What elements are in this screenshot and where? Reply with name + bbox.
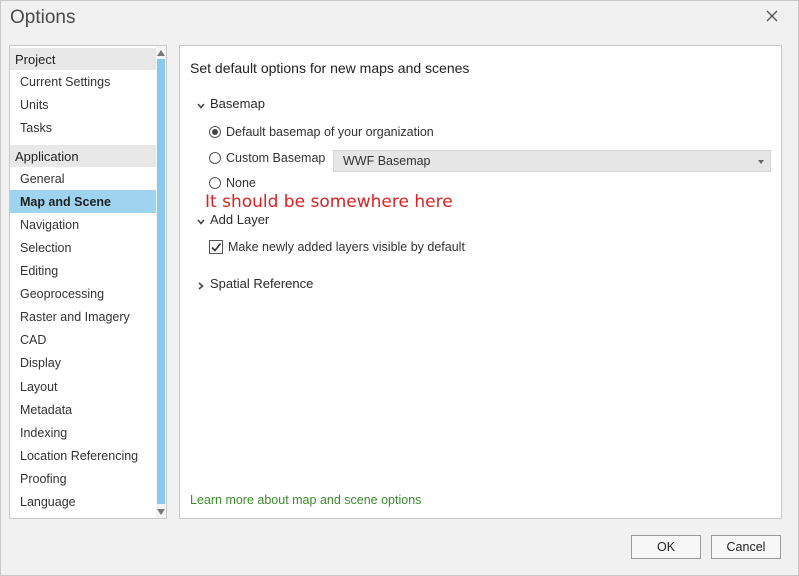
- nav-item-cad[interactable]: CAD: [10, 328, 157, 351]
- radio-button[interactable]: [209, 152, 221, 164]
- dialog-title: Options: [10, 7, 76, 28]
- radio-button[interactable]: [209, 177, 221, 189]
- visible-by-default-label: Make newly added layers visible by defau…: [228, 240, 465, 254]
- basemap-section-label: Basemap: [210, 96, 265, 111]
- nav-item-navigation[interactable]: Navigation: [10, 213, 157, 236]
- spatial-reference-section-label: Spatial Reference: [210, 276, 314, 291]
- radio-custom-basemap-label: Custom Basemap: [226, 151, 326, 165]
- checkmark-icon: [211, 243, 222, 252]
- nav-item-raster-and-imagery[interactable]: Raster and Imagery: [10, 305, 157, 328]
- nav-item-current-settings[interactable]: Current Settings: [10, 70, 157, 93]
- ok-button[interactable]: OK: [631, 535, 701, 559]
- basemap-section-header[interactable]: Basemap: [196, 96, 265, 111]
- nav-item-tasks[interactable]: Tasks: [10, 116, 157, 139]
- add-layer-section-header[interactable]: Add Layer: [196, 212, 269, 227]
- radio-default-basemap[interactable]: Default basemap of your organization: [209, 125, 434, 139]
- options-content-panel: Set default options for new maps and sce…: [179, 45, 782, 519]
- nav-scrollbar[interactable]: [156, 46, 166, 518]
- nav-item-display[interactable]: Display: [10, 351, 157, 374]
- nav-list: Project Current Settings Units Tasks App…: [10, 46, 157, 518]
- cancel-button[interactable]: Cancel: [711, 535, 781, 559]
- nav-item-geoprocessing[interactable]: Geoprocessing: [10, 282, 157, 305]
- nav-item-selection[interactable]: Selection: [10, 236, 157, 259]
- chevron-down-icon: [196, 215, 206, 225]
- learn-more-link[interactable]: Learn more about map and scene options: [190, 493, 421, 507]
- nav-item-general[interactable]: General: [10, 167, 157, 190]
- chevron-right-icon: [196, 279, 206, 290]
- scroll-up-icon[interactable]: [156, 47, 166, 58]
- nav-item-layout[interactable]: Layout: [10, 375, 157, 398]
- nav-item-location-referencing[interactable]: Location Referencing: [10, 444, 157, 467]
- options-nav-panel: Project Current Settings Units Tasks App…: [9, 45, 167, 519]
- radio-custom-basemap[interactable]: Custom Basemap: [209, 151, 325, 165]
- chevron-down-icon: [196, 99, 206, 109]
- content-title: Set default options for new maps and sce…: [190, 60, 470, 76]
- nav-item-editing[interactable]: Editing: [10, 259, 157, 282]
- nav-item-map-and-scene[interactable]: Map and Scene: [10, 190, 157, 213]
- radio-default-basemap-label: Default basemap of your organization: [226, 125, 434, 139]
- custom-basemap-dropdown[interactable]: WWF Basemap: [333, 150, 771, 172]
- scroll-down-icon[interactable]: [156, 506, 166, 517]
- scroll-thumb[interactable]: [157, 59, 165, 504]
- nav-category-project: Project: [10, 48, 157, 70]
- nav-category-application: Application: [10, 145, 157, 167]
- add-layer-section-label: Add Layer: [210, 212, 270, 227]
- close-icon[interactable]: [766, 10, 780, 24]
- radio-none-basemap[interactable]: None: [209, 176, 256, 190]
- custom-basemap-value: WWF Basemap: [343, 154, 431, 168]
- nav-item-metadata[interactable]: Metadata: [10, 398, 157, 421]
- options-dialog: Options Project Current Settings Units T…: [0, 0, 799, 576]
- nav-item-proofing[interactable]: Proofing: [10, 467, 157, 490]
- spatial-reference-section-header[interactable]: Spatial Reference: [196, 276, 313, 291]
- dropdown-caret-icon: [758, 160, 764, 164]
- annotation-text: It should be somewhere here: [205, 192, 453, 212]
- visible-by-default-checkbox[interactable]: [209, 240, 223, 254]
- nav-item-indexing[interactable]: Indexing: [10, 421, 157, 444]
- nav-item-language[interactable]: Language: [10, 490, 157, 513]
- visible-by-default-option[interactable]: Make newly added layers visible by defau…: [209, 240, 465, 254]
- radio-none-label: None: [226, 176, 256, 190]
- radio-button-selected[interactable]: [209, 126, 221, 138]
- nav-item-units[interactable]: Units: [10, 93, 157, 116]
